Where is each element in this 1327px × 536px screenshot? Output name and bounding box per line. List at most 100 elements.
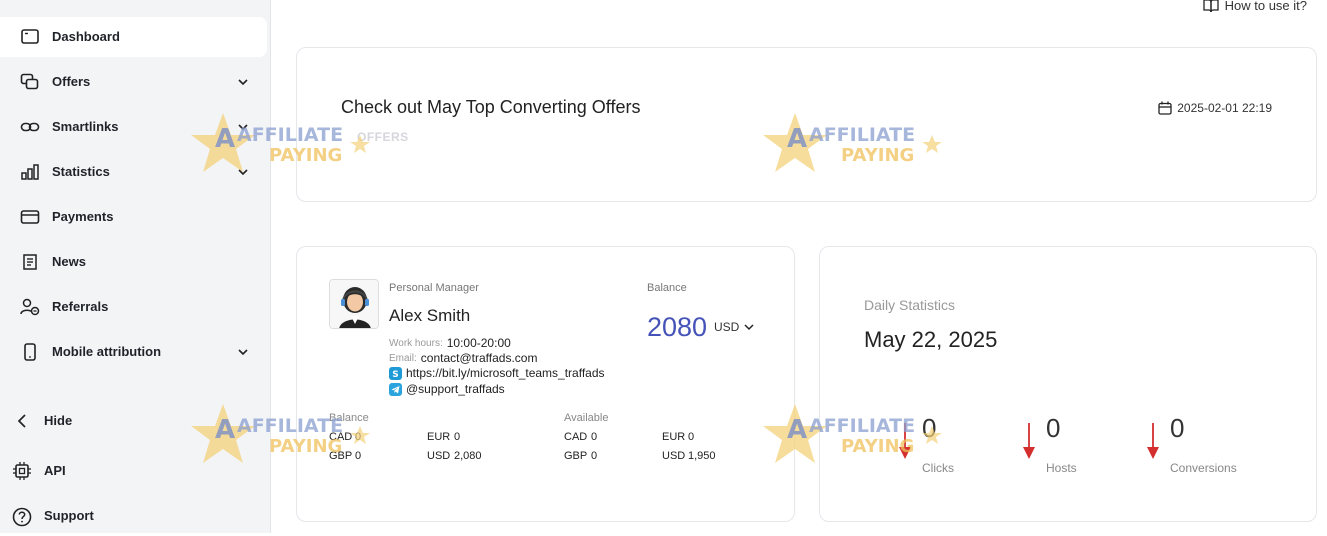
sidebar-item-label: Mobile attribution <box>52 344 162 359</box>
stat-value: 0 <box>922 413 937 443</box>
available-cell: 0 <box>688 431 695 443</box>
manager-balance-card: Personal Manager Alex Smith Work hours: … <box>296 246 795 522</box>
balance-cell: GBP <box>329 450 353 462</box>
email-key: Email: <box>389 352 417 364</box>
stat-label: Hosts <box>1046 461 1077 475</box>
chevron-down-icon[interactable] <box>236 165 250 179</box>
arrow-down-icon <box>1146 421 1160 461</box>
balance-cell: 0 <box>355 431 362 443</box>
arrow-down-icon <box>1022 421 1036 461</box>
available-table-header: Available <box>564 412 609 424</box>
sidebar: Dashboard Offers Smartlinks Statistics P… <box>0 0 271 533</box>
sidebar-item-label: Support <box>44 508 94 523</box>
banner-date-text: 2025-02-01 22:19 <box>1177 101 1272 115</box>
chip-icon <box>12 462 32 480</box>
available-cell: 0 <box>591 431 598 443</box>
sidebar-item-label: Referrals <box>52 299 109 314</box>
sidebar-item-label: API <box>44 463 66 478</box>
email-link[interactable]: contact@traffads.com <box>421 351 538 365</box>
available-cell: GBP <box>564 450 588 462</box>
balance-cell: 0 <box>355 450 362 462</box>
sidebar-item-smartlinks[interactable]: Smartlinks <box>0 107 267 147</box>
main-content: How to use it? Check out May Top Convert… <box>271 0 1327 533</box>
sidebar-item-label: News <box>52 254 86 269</box>
currency-select[interactable]: USD <box>714 320 755 334</box>
manager-email: Email: contact@traffads.com <box>389 351 537 365</box>
work-hours-value: 10:00-20:00 <box>446 336 511 350</box>
manager-label: Personal Manager <box>389 282 479 294</box>
sidebar-item-dashboard[interactable]: Dashboard <box>0 17 267 57</box>
sidebar-item-label: Smartlinks <box>52 119 119 134</box>
telegram-link[interactable]: @support_traffads <box>406 382 505 396</box>
sidebar-item-offers[interactable]: Offers <box>0 62 267 102</box>
work-hours: Work hours: 10:00-20:00 <box>389 336 511 350</box>
sidebar-item-mobile-attribution[interactable]: Mobile attribution <box>0 332 267 372</box>
sidebar-item-label: Dashboard <box>52 29 120 44</box>
manager-skype: S https://bit.ly/microsoft_teams_traffad… <box>389 366 605 380</box>
sidebar-item-label: Payments <box>52 209 114 224</box>
balance-table-header: Balance <box>329 412 369 424</box>
available-cell: 1,950 <box>688 450 716 462</box>
stat-label: Clicks <box>922 461 954 475</box>
daily-statistics-date: May 22, 2025 <box>864 327 998 352</box>
dashboard-icon <box>20 28 40 46</box>
how-to-use-link[interactable]: How to use it? <box>1202 0 1307 13</box>
balance-cell: 2,080 <box>454 450 482 462</box>
how-to-use-label: How to use it? <box>1224 0 1307 13</box>
manager-name: Alex Smith <box>389 306 471 325</box>
chevron-down-icon[interactable] <box>236 120 250 134</box>
chevron-down-icon[interactable] <box>236 75 250 89</box>
balance-cell: CAD <box>329 431 353 443</box>
arrow-down-icon <box>898 421 912 461</box>
manager-telegram: @support_traffads <box>389 382 505 396</box>
available-cell: EUR <box>662 431 686 443</box>
balance-value: 2080 <box>647 312 708 342</box>
bar-chart-icon <box>20 163 40 181</box>
stat-value: 0 <box>1046 413 1061 443</box>
chevron-down-icon <box>743 321 755 333</box>
balance-label: Balance <box>647 282 687 294</box>
sidebar-item-referrals[interactable]: Referrals <box>0 287 267 327</box>
sidebar-item-statistics[interactable]: Statistics <box>0 152 267 192</box>
calendar-icon <box>1158 101 1172 115</box>
offers-icon <box>20 73 40 91</box>
balance-cell: USD <box>427 450 451 462</box>
sidebar-item-label: Offers <box>52 74 91 89</box>
work-hours-key: Work hours: <box>389 337 443 349</box>
skype-link[interactable]: https://bit.ly/microsoft_teams_traffads <box>406 366 605 380</box>
skype-icon: S <box>389 366 402 380</box>
stat-value: 0 <box>1170 413 1185 443</box>
mobile-icon <box>20 343 40 361</box>
daily-statistics-card: Daily Statistics May 22, 2025 0 Clicks 0… <box>819 246 1317 522</box>
user-referral-icon <box>20 298 40 316</box>
hide-sidebar-button[interactable]: Hide <box>0 401 267 441</box>
help-circle-icon <box>12 507 32 527</box>
chevron-left-icon <box>12 412 32 430</box>
available-cell: 0 <box>591 450 598 462</box>
banner-subtitle: OFFERS <box>357 130 409 144</box>
credit-card-icon <box>20 208 40 226</box>
stat-label: Conversions <box>1170 461 1237 475</box>
sidebar-item-label: Statistics <box>52 164 110 179</box>
chevron-down-icon[interactable] <box>236 345 250 359</box>
telegram-icon <box>389 382 402 396</box>
currency-label: USD <box>714 320 740 334</box>
balance-cell: 0 <box>454 431 461 443</box>
banner-date: 2025-02-01 22:19 <box>1158 101 1272 115</box>
svg-text:S: S <box>392 370 398 380</box>
daily-statistics-label: Daily Statistics <box>864 297 956 313</box>
balance-cell: EUR <box>427 431 451 443</box>
book-icon <box>1202 0 1219 13</box>
news-icon <box>20 253 40 271</box>
banner-title: Check out May Top Converting Offers <box>341 97 641 117</box>
sidebar-item-news[interactable]: News <box>0 242 267 282</box>
available-cell: USD <box>662 450 686 462</box>
available-cell: CAD <box>564 431 588 443</box>
sidebar-item-api[interactable]: API <box>0 451 267 491</box>
hide-label: Hide <box>44 413 73 428</box>
avatar <box>329 279 379 329</box>
link-icon <box>20 118 40 136</box>
sidebar-item-payments[interactable]: Payments <box>0 197 267 237</box>
sidebar-item-support[interactable]: Support <box>0 496 267 536</box>
offers-banner[interactable]: Check out May Top Converting Offers OFFE… <box>296 47 1317 202</box>
